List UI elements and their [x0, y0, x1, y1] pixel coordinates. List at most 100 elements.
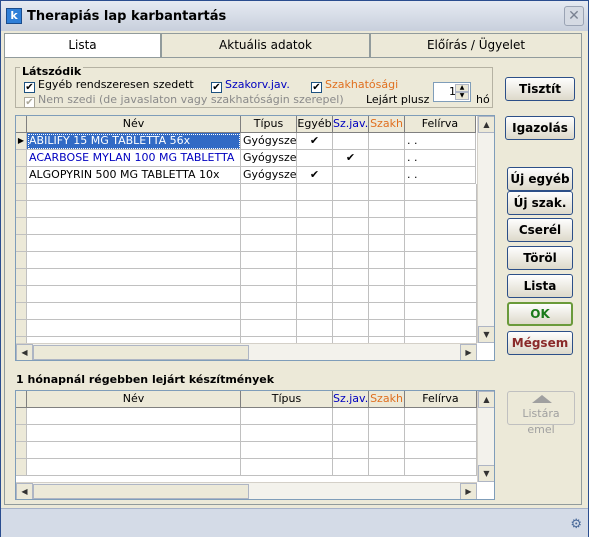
checkbox-szakhat-box[interactable]: ✔: [311, 82, 322, 93]
tab-eloiras-ugyelet[interactable]: Előírás / Ügyelet: [370, 33, 582, 57]
expired-products-grid[interactable]: Név Típus Sz.jav. Szakh Felírva ▲ ▼ ◀ ▶: [15, 390, 495, 500]
spinner-down-icon[interactable]: ▼: [455, 92, 469, 100]
empty-cell: [27, 252, 241, 269]
scroll-thumb[interactable]: [33, 345, 249, 360]
megsem-button[interactable]: Mégsem: [507, 331, 573, 355]
row-indicator: [16, 167, 27, 184]
scroll-left-icon[interactable]: ◀: [16, 483, 33, 499]
empty-cell: [369, 425, 405, 442]
cell-felirva[interactable]: . .: [405, 133, 476, 150]
empty-cell: [333, 425, 369, 442]
empty-cell: [333, 184, 369, 201]
scroll-up-icon[interactable]: ▲: [478, 391, 494, 408]
empty-cell: [369, 408, 405, 425]
empty-cell: [405, 252, 477, 269]
cell-tipus[interactable]: Gyógysze: [241, 167, 297, 184]
empty-cell: [27, 303, 241, 320]
scroll-up-icon[interactable]: ▲: [478, 116, 494, 133]
cell-felirva[interactable]: . .: [405, 150, 476, 167]
empty-cell: [241, 425, 333, 442]
vertical-scrollbar[interactable]: ▲ ▼: [477, 391, 494, 482]
cell-egyeb[interactable]: ✔: [297, 167, 333, 184]
row-pointer-icon: ▶: [16, 133, 27, 150]
scroll-down-icon[interactable]: ▼: [478, 326, 494, 343]
empty-cell: [297, 184, 333, 201]
close-icon[interactable]: ✕: [564, 6, 584, 26]
arrow-up-icon: [532, 395, 552, 403]
empty-cell: [405, 218, 477, 235]
col-header-szjav[interactable]: Sz.jav.: [333, 116, 369, 133]
col-header-tipus[interactable]: Típus: [241, 116, 297, 133]
expired-months-spinner[interactable]: 1 ▲ ▼: [433, 82, 471, 102]
horizontal-scrollbar[interactable]: ◀ ▶: [16, 482, 477, 499]
cell-szjav[interactable]: [333, 133, 369, 150]
cell-szjav[interactable]: [333, 167, 369, 184]
expired-unit-label: hó: [476, 93, 490, 106]
empty-cell: [297, 269, 333, 286]
cserel-button[interactable]: Cserél: [507, 218, 573, 242]
col-header-tipus[interactable]: Típus: [241, 391, 333, 408]
empty-cell: [369, 459, 405, 476]
tab-lista[interactable]: Lista: [4, 33, 161, 58]
cell-egyeb[interactable]: [297, 150, 333, 167]
listara-emel-button[interactable]: Listára emel: [507, 391, 575, 436]
grid-indicator-header: [16, 391, 27, 408]
empty-cell: [369, 320, 405, 337]
therapy-list-grid[interactable]: Név Típus Egyéb Sz.jav. Szakh Felírva ▶ …: [15, 115, 495, 361]
scroll-down-icon[interactable]: ▼: [478, 465, 494, 482]
lista-button[interactable]: Lista: [507, 274, 573, 298]
col-header-szakh[interactable]: Szakh: [369, 391, 405, 408]
empty-cell: [333, 218, 369, 235]
horizontal-scrollbar[interactable]: ◀ ▶: [16, 343, 477, 360]
checkbox-szakhat[interactable]: ✔ Szakhatósági: [311, 78, 398, 93]
torol-button[interactable]: Töröl: [507, 246, 573, 270]
uj-szak-button[interactable]: Új szak.: [507, 191, 573, 215]
vertical-scrollbar[interactable]: ▲ ▼: [477, 116, 494, 343]
col-header-felirva[interactable]: Felírva: [405, 391, 477, 408]
gear-icon[interactable]: ⚙: [570, 517, 582, 532]
cell-nev[interactable]: ALGOPYRIN 500 MG TABLETTA 10x: [27, 167, 241, 184]
scroll-left-icon[interactable]: ◀: [16, 344, 33, 360]
cell-tipus[interactable]: Gyógysze: [241, 133, 297, 150]
col-header-nev[interactable]: Név: [27, 116, 241, 133]
checkbox-szakorv[interactable]: ✔ Szakorv.jav.: [211, 78, 290, 93]
scroll-thumb[interactable]: [33, 484, 249, 499]
tab-aktualis-adatok[interactable]: Aktuális adatok: [161, 33, 370, 57]
empty-cell: [333, 252, 369, 269]
col-header-felirva[interactable]: Felírva: [405, 116, 476, 133]
cell-felirva[interactable]: . .: [405, 167, 476, 184]
col-header-egyeb[interactable]: Egyéb: [297, 116, 333, 133]
empty-cell: [241, 269, 297, 286]
col-header-nev[interactable]: Név: [27, 391, 241, 408]
cell-szakh[interactable]: [369, 133, 405, 150]
igazolas-button[interactable]: Igazolás: [505, 116, 575, 140]
empty-cell: [16, 442, 27, 459]
ok-button[interactable]: OK: [507, 302, 573, 326]
checkbox-regular[interactable]: ✔ Egyéb rendszeresen szedett: [24, 78, 194, 93]
col-header-szakh[interactable]: Szakh: [369, 116, 405, 133]
empty-cell: [27, 218, 241, 235]
empty-cell: [369, 235, 405, 252]
empty-cell: [297, 235, 333, 252]
empty-cell: [405, 459, 477, 476]
checkbox-regular-box[interactable]: ✔: [24, 82, 35, 93]
scroll-right-icon[interactable]: ▶: [460, 483, 477, 499]
cell-nev[interactable]: ABILIFY 15 MG TABLETTA 56x: [27, 133, 241, 150]
title-bar: k Therapiás lap karbantartás ✕: [1, 1, 588, 31]
scroll-right-icon[interactable]: ▶: [460, 344, 477, 360]
empty-cell: [297, 286, 333, 303]
listara-emel-label: Listára emel: [522, 407, 560, 436]
checkbox-szakorv-box[interactable]: ✔: [211, 82, 222, 93]
cell-szakh[interactable]: [369, 167, 405, 184]
spinner-up-icon[interactable]: ▲: [455, 84, 469, 92]
empty-cell: [241, 303, 297, 320]
col-header-szjav[interactable]: Sz.jav.: [333, 391, 369, 408]
cell-egyeb[interactable]: ✔: [297, 133, 333, 150]
cell-nev[interactable]: ACARBOSE MYLAN 100 MG TABLETTA: [27, 150, 241, 167]
cell-szjav[interactable]: ✔: [333, 150, 369, 167]
uj-egyeb-button[interactable]: Új egyéb: [507, 167, 573, 191]
cell-tipus[interactable]: Gyógysze: [241, 150, 297, 167]
tisztit-button[interactable]: Tisztít: [505, 77, 575, 101]
checkbox-not-taken: ✔ Nem szedi (de javaslaton vagy szakhatós…: [24, 93, 344, 108]
cell-szakh[interactable]: [369, 150, 405, 167]
